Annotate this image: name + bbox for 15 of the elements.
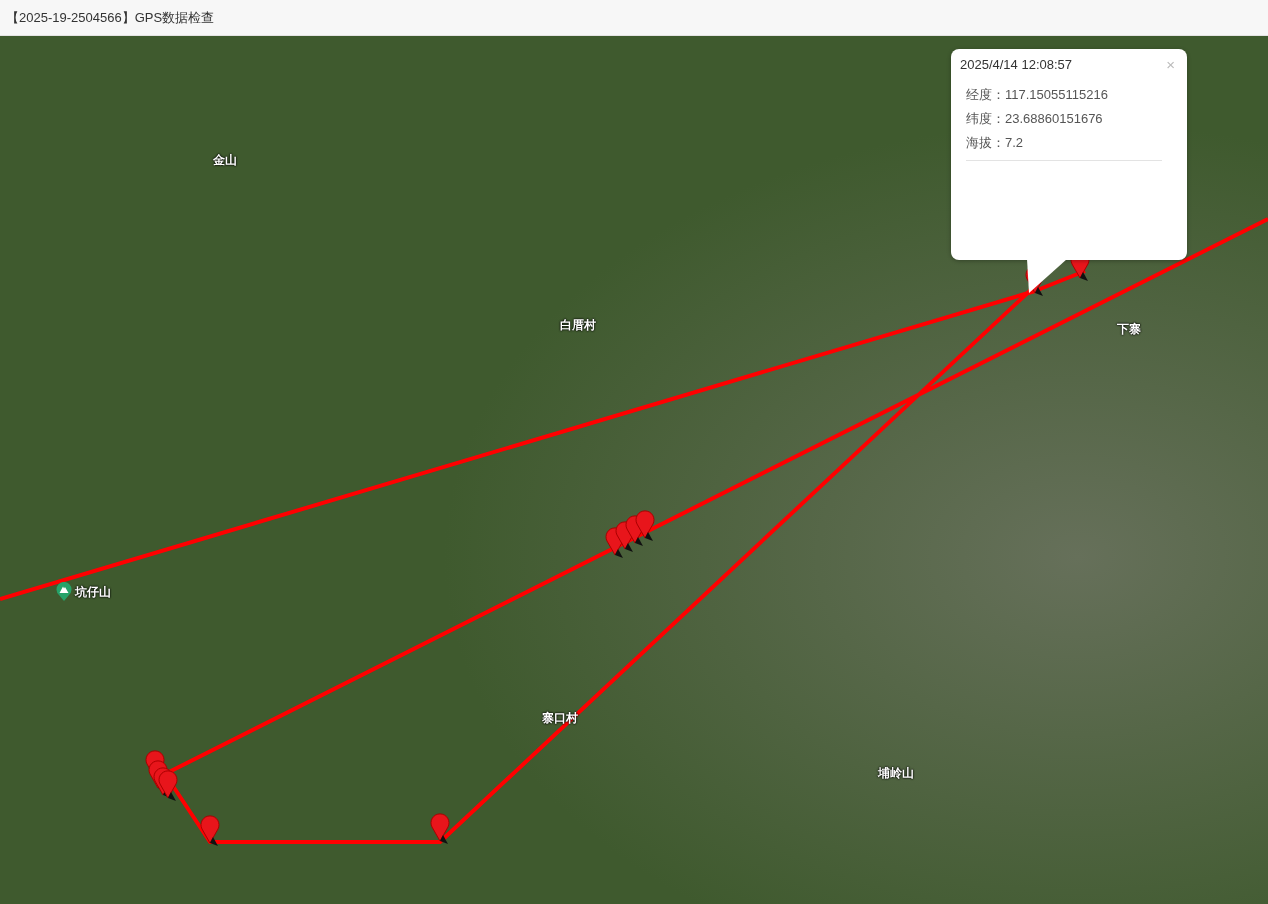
place-label: 埔岭山 xyxy=(878,764,914,782)
coordinate-text: 纬度：23.68860151676 xyxy=(966,110,1104,128)
popup-title: 2025/4/14 12:08:57 xyxy=(960,57,1073,72)
page-title: 【2025-19-2504566】GPS数据检查 xyxy=(6,8,215,27)
place-label: 下寨 xyxy=(1117,320,1141,338)
close-button[interactable]: × xyxy=(1163,57,1178,72)
coordinate-text: 海拔：7.2 xyxy=(966,134,1025,152)
place-label: 白厝村 xyxy=(560,316,596,334)
mountain-icon xyxy=(56,582,72,602)
map-pin-cluster-icon[interactable] xyxy=(145,750,178,801)
coordinate-text: 经度：117.15055115216 xyxy=(966,86,1109,104)
place-label: 金山 xyxy=(213,151,237,169)
map-pin-cluster-icon[interactable] xyxy=(605,510,655,558)
place-label: 寨口村 xyxy=(542,709,578,727)
peak-label: 坑仔山 xyxy=(75,583,111,601)
